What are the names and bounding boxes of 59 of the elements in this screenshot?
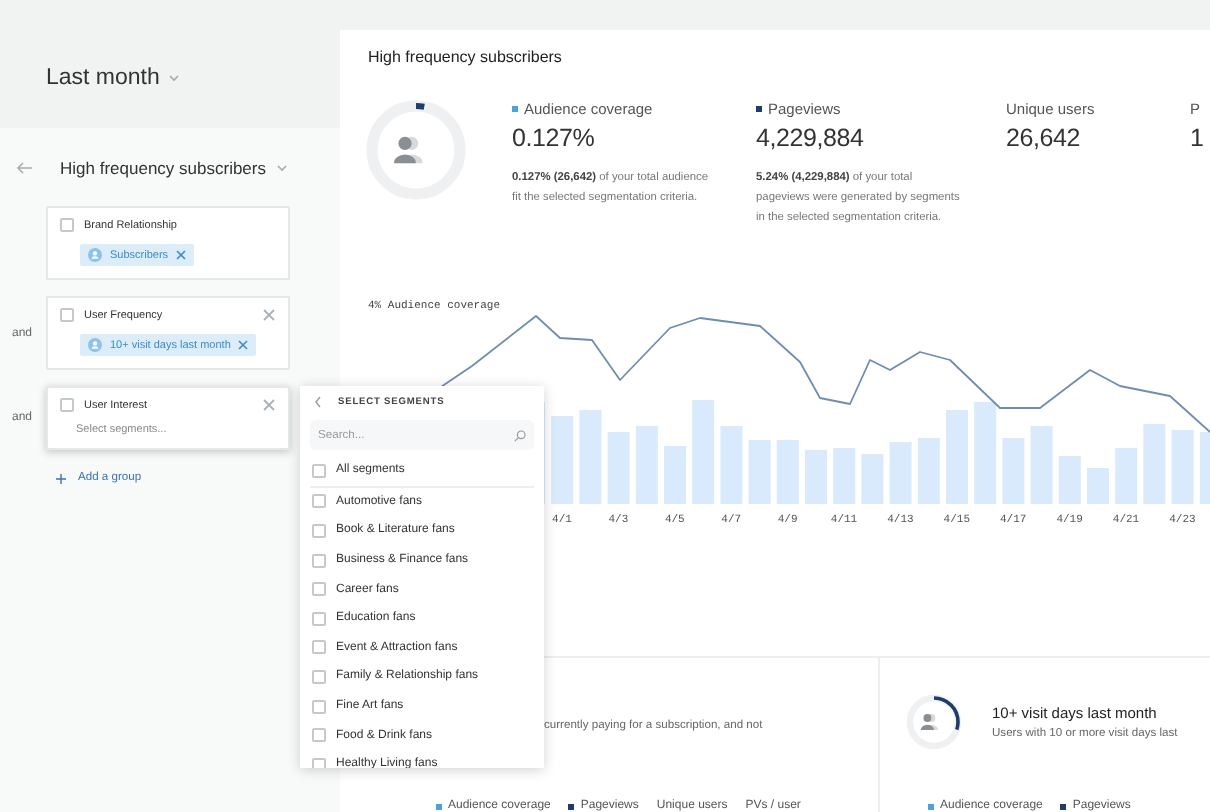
bar — [1058, 456, 1081, 504]
close-icon[interactable] — [176, 250, 187, 260]
bar — [635, 426, 658, 504]
checkbox[interactable] — [312, 611, 326, 626]
checkbox[interactable] — [60, 398, 74, 412]
period-dropdown[interactable]: Last month — [46, 66, 160, 90]
bar — [805, 450, 827, 504]
back-arrow-icon[interactable] — [16, 162, 32, 174]
bar — [1030, 426, 1053, 504]
bar — [748, 440, 771, 504]
user-icon — [88, 338, 102, 352]
segment-title[interactable]: High frequency subscribers — [60, 158, 266, 178]
bar — [551, 416, 574, 504]
checkbox[interactable] — [312, 582, 326, 597]
chevron-down-icon[interactable] — [167, 74, 180, 82]
donut-chart — [904, 692, 964, 752]
checkbox[interactable] — [312, 640, 326, 655]
user-icon — [88, 248, 102, 262]
bar — [1143, 424, 1166, 504]
close-icon[interactable] — [262, 308, 276, 322]
bar — [579, 410, 602, 504]
bar — [720, 426, 743, 504]
checkbox[interactable] — [312, 669, 326, 684]
metric-value: 1 — [1190, 124, 1206, 152]
bar — [776, 440, 799, 504]
checkbox[interactable] — [60, 308, 74, 322]
bar — [692, 400, 715, 504]
checkbox[interactable] — [312, 728, 326, 743]
bar — [833, 448, 856, 504]
bar — [1171, 430, 1194, 504]
metric-value: 0.127% — [512, 124, 597, 152]
chevron-down-icon[interactable] — [276, 164, 288, 172]
checkbox[interactable] — [312, 699, 326, 714]
checkbox[interactable] — [312, 494, 326, 509]
search-icon — [514, 429, 526, 441]
plus-icon — [56, 473, 66, 483]
back-chevron-icon[interactable] — [314, 396, 322, 408]
bar — [664, 446, 686, 504]
bar — [1115, 448, 1138, 504]
metric-value: 26,642 — [1006, 124, 1083, 152]
bar — [917, 438, 940, 504]
checkbox[interactable] — [312, 553, 326, 568]
bar — [1199, 432, 1210, 504]
checkbox[interactable] — [312, 463, 326, 478]
bar — [946, 410, 968, 504]
close-icon[interactable] — [238, 340, 249, 350]
donut-chart — [366, 100, 466, 200]
bar — [1087, 468, 1109, 504]
checkbox[interactable] — [312, 523, 326, 538]
bar — [1002, 438, 1025, 504]
bar — [607, 432, 630, 504]
close-icon[interactable] — [262, 398, 276, 412]
bar — [889, 442, 912, 504]
checkbox[interactable] — [312, 757, 326, 768]
bar — [861, 454, 884, 504]
panel-title: High frequency subscribers — [366, 46, 564, 66]
checkbox[interactable] — [60, 218, 74, 232]
bar — [974, 402, 997, 504]
metric-value: 4,229,884 — [756, 124, 866, 152]
